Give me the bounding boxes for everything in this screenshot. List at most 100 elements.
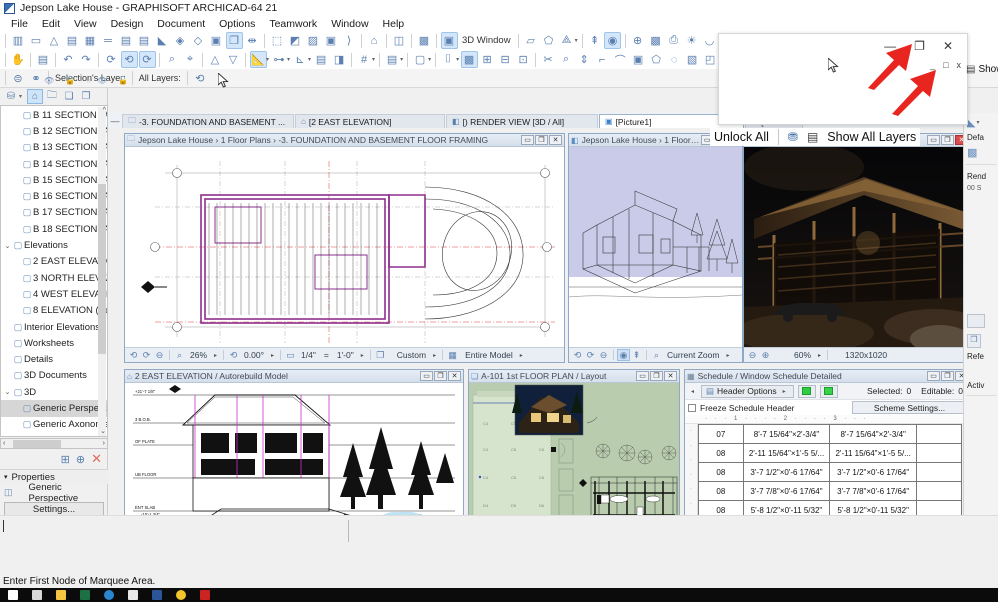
menu-teamwork[interactable]: Teamwork [262, 18, 324, 30]
pdf-icon[interactable] [200, 590, 210, 600]
restore-button[interactable]: ❐ [434, 371, 447, 381]
3d-window-icon[interactable]: ▣ [441, 32, 458, 49]
pentagon-icon[interactable]: ⬠ [648, 51, 665, 68]
trace-icon[interactable]: ▨ [305, 32, 322, 49]
freeze-header-checkbox[interactable] [688, 404, 696, 412]
default-settings-icon[interactable]: ▩ [967, 147, 977, 159]
zone-tool-icon[interactable]: ▤ [118, 32, 135, 49]
navigator-scroll-thumb[interactable] [98, 184, 106, 354]
table-row[interactable]: 083'-7 7/8"×0'-6 17/64"3'-7 7/8"×0'-6 17… [699, 482, 962, 501]
save-icon[interactable]: ▤ [35, 51, 52, 68]
navigator-hscroll-thumb[interactable] [13, 440, 61, 448]
axonometric-icon[interactable]: ▱ [522, 32, 539, 49]
orbit-icon[interactable]: ◉ [604, 32, 621, 49]
unlock-all-button[interactable]: Unlock All [714, 130, 769, 144]
start-icon[interactable] [8, 590, 18, 600]
measure-icon[interactable]: 📐 [250, 51, 267, 68]
layer-swatch-icon[interactable] [967, 314, 985, 328]
settings-button[interactable]: Settings... [4, 502, 104, 516]
menu-options[interactable]: Options [212, 18, 262, 30]
select-all-icon[interactable]: ▣ [323, 32, 340, 49]
show-all-layers-button[interactable]: Show All Layers [827, 130, 916, 144]
roof-view-icon[interactable]: ⌂ [366, 32, 383, 49]
curtain-wall2-icon[interactable]: ▩ [461, 51, 478, 68]
chevron-right-icon[interactable]: ▸ [430, 352, 439, 359]
restore-button[interactable]: ❐ [650, 371, 663, 381]
chevron-right-icon[interactable]: ▸ [815, 352, 824, 359]
floorplan-window[interactable]: 🗀 Jepson Lake House › 1 Floor Plans › -3… [124, 133, 565, 363]
perspective-icon[interactable]: ⬠ [540, 32, 557, 49]
object-tool-icon[interactable]: ◇ [190, 32, 207, 49]
chevron-down-icon[interactable]: ▾ [575, 37, 578, 44]
restore-button[interactable]: ❐ [941, 135, 954, 145]
intersect-icon[interactable]: ▧ [684, 51, 701, 68]
column-icon[interactable]: ⌷ [440, 51, 457, 68]
small-close-button[interactable]: x [957, 60, 962, 70]
right-dock-default-settings[interactable]: Defa [964, 130, 998, 143]
table-cell[interactable] [917, 444, 962, 463]
navigator-tree-item[interactable]: ⌄▢Schedules [1, 433, 107, 437]
minimize-button[interactable]: ▭ [521, 135, 534, 145]
chevron-left-icon[interactable]: ◂ [688, 388, 697, 395]
table-cell[interactable]: 2'-11 15/64"×1'-5 5/... [830, 444, 917, 463]
floorplan-zoom-value[interactable]: 26% [186, 350, 211, 360]
menu-view[interactable]: View [67, 18, 104, 30]
scroll-down-icon[interactable]: ⌄ [100, 427, 106, 435]
right-dock-render[interactable]: Rend [964, 169, 998, 182]
shell-tool-icon[interactable]: ◈ [172, 32, 189, 49]
layout-book-icon[interactable]: ❏ [61, 89, 77, 104]
table-cell[interactable]: 8'-7 15/64"×2'-3/4" [830, 425, 917, 444]
grid-tool2-icon[interactable]: # [356, 51, 373, 68]
picture-window[interactable]: ▭ ❐ ✕ [743, 133, 971, 363]
scheme-settings-button[interactable]: Scheme Settings... [852, 401, 967, 414]
text-icon[interactable]: ▤ [313, 51, 330, 68]
table-cell[interactable] [917, 482, 962, 501]
mesh-tool-icon[interactable]: ▤ [64, 32, 81, 49]
boolean-icon[interactable]: ▣ [630, 51, 647, 68]
table-cell[interactable]: 3'-7 7/8"×0'-6 17/64" [830, 482, 917, 501]
zoom-search-icon[interactable]: ⌕ [164, 51, 181, 68]
stair-tool-icon[interactable]: ⇹ [244, 32, 261, 49]
minimize-button[interactable]: ▭ [636, 371, 649, 381]
explorer-icon[interactable] [56, 590, 66, 600]
chevron-right-icon[interactable]: ▸ [358, 352, 367, 359]
chevron-down-icon[interactable]: ▾ [19, 93, 22, 100]
table-row[interactable]: 082'-11 15/64"×1'-5 5/...2'-11 15/64"×1'… [699, 444, 962, 463]
header-options-button[interactable]: ▤ Header Options ▸ [701, 385, 794, 398]
minimize-button[interactable]: ▭ [927, 135, 940, 145]
chevron-down-icon[interactable]: ▾ [976, 119, 979, 126]
zoom-previous-icon[interactable]: ⟲ [127, 349, 140, 361]
navigator-tree-item[interactable]: ▢B 15 SECTION (Auto [1, 172, 107, 188]
zoom-out-icon[interactable]: ⊖ [746, 349, 759, 361]
eye-icon[interactable]: 👁 [97, 76, 107, 85]
chevron-down-icon[interactable]: ▾ [308, 56, 311, 63]
walk-icon[interactable]: ⇞ [630, 349, 643, 361]
camera-icon[interactable]: ⎙ [665, 32, 682, 49]
layout-canvas[interactable]: C4C5 C4C5C6 C4C5C6 D4D5D6 [469, 383, 679, 537]
marquee-3d-icon[interactable]: ▩ [647, 32, 664, 49]
corner-icon[interactable]: ⌐ [594, 51, 611, 68]
current-zoom-icon[interactable]: ⌕ [650, 349, 663, 361]
chevron-right-icon[interactable]: ▸ [211, 352, 220, 359]
lock-icon[interactable]: 🔓 [65, 76, 75, 85]
lock-icon[interactable]: 🔓 [118, 76, 128, 85]
floorplan-angle-value[interactable]: 0.00° [240, 350, 268, 360]
menu-help[interactable]: Help [376, 18, 412, 30]
layer-refresh-icon[interactable]: ⟲ [191, 70, 208, 87]
chevron-right-icon[interactable]: ▸ [517, 352, 526, 359]
restore-button[interactable]: ❐ [941, 371, 954, 381]
orientation-icon[interactable]: ⟲ [227, 349, 240, 361]
navigator-tree-item[interactable]: ⌄▢Elevations [1, 237, 107, 253]
refresh-icon[interactable]: ⟳ [103, 51, 120, 68]
scroll-right-icon[interactable]: › [101, 440, 107, 447]
clone-folder-icon[interactable]: ⊕ [76, 453, 85, 466]
table-cell[interactable] [917, 425, 962, 444]
rebuild-all-icon[interactable]: ⟳ [139, 51, 156, 68]
navigator-tree-item[interactable]: ▢Interior Elevations [1, 319, 107, 335]
scale-icon[interactable]: ▭ [284, 349, 297, 361]
twisty-expanded-icon[interactable]: ⌄ [3, 242, 12, 250]
navigator-tree-item[interactable]: ▢B 13 SECTION (Auto [1, 140, 107, 156]
scroll-up-icon[interactable]: ^ [103, 107, 106, 114]
adjust-icon[interactable]: ◰ [702, 51, 719, 68]
zoom-next-icon[interactable]: ⟳ [584, 349, 597, 361]
